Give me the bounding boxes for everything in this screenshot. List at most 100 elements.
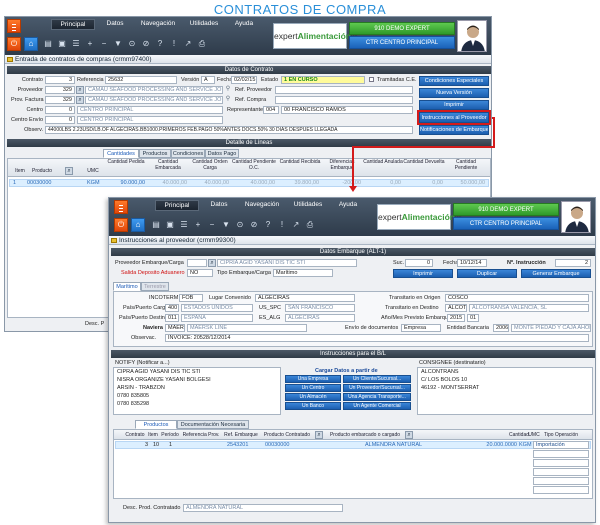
naviera-code-field[interactable]: MAERS bbox=[165, 324, 185, 332]
empty-tipo-select-3[interactable] bbox=[533, 468, 589, 476]
menu-tab-principal-2[interactable]: Principal bbox=[155, 200, 199, 211]
tab-maritimo[interactable]: Marítimo bbox=[113, 282, 141, 291]
list-icon-2[interactable]: ☰ bbox=[179, 220, 189, 229]
representante-code-field[interactable]: 004 bbox=[263, 106, 279, 114]
pais-puerto-carga-code-field[interactable]: 400 bbox=[165, 304, 179, 312]
help-icon-2[interactable]: ? bbox=[263, 220, 273, 229]
un-almacen-button[interactable]: Un Almacén bbox=[285, 393, 341, 401]
una-empresa-button[interactable]: Una Empresa bbox=[285, 375, 341, 383]
proveedor-code-field[interactable]: 329 bbox=[45, 86, 75, 94]
referencia-field[interactable]: 25632 bbox=[105, 76, 177, 84]
export-icon-2[interactable]: ↗ bbox=[291, 220, 301, 229]
tab-cantidades[interactable]: Cantidades bbox=[103, 149, 139, 158]
pais-puerto-destino-code-field[interactable]: 011 bbox=[165, 314, 179, 322]
entidad-bancaria-code-field[interactable]: 2006 bbox=[493, 324, 509, 332]
envio-documentos-select[interactable]: Empresa bbox=[401, 324, 441, 332]
tab-datos-pago[interactable]: Datos Pago bbox=[205, 149, 239, 158]
una-agencia-button[interactable]: Una Agencia Transporte... bbox=[343, 393, 411, 401]
salida-deposito-select[interactable]: NO bbox=[187, 269, 213, 277]
condiciones-especiales-button[interactable]: Condiciones Especiales bbox=[419, 76, 489, 86]
tab-productos[interactable]: Productos bbox=[139, 149, 171, 158]
center-badge-2[interactable]: CTR CENTRO PRINCIPAL bbox=[453, 217, 559, 230]
empty-tipo-select-4[interactable] bbox=[533, 477, 589, 485]
ref-compra-field[interactable] bbox=[275, 96, 413, 104]
un-banco-button[interactable]: Un Banco bbox=[285, 402, 341, 410]
duplicar-button[interactable]: Duplicar bbox=[457, 269, 517, 278]
save-icon[interactable]: ▣ bbox=[57, 39, 67, 48]
remove-icon-2[interactable]: − bbox=[207, 220, 217, 229]
tab-documentacion[interactable]: Documentación Necesaria bbox=[177, 420, 249, 429]
home-button-2[interactable]: ⌂ bbox=[131, 218, 145, 232]
version-field[interactable]: A bbox=[201, 76, 215, 84]
producto-embarcado-search-icon[interactable]: ⌕ bbox=[405, 431, 413, 439]
app-menu-button-2[interactable] bbox=[114, 200, 128, 214]
suc-field[interactable]: 0 bbox=[405, 259, 433, 267]
new-document-icon[interactable]: ▤ bbox=[43, 39, 53, 48]
add-icon[interactable]: + bbox=[85, 39, 95, 48]
ninstruccion-field[interactable]: 2 bbox=[555, 259, 591, 267]
instrucciones-proveedor-button[interactable]: Instrucciones al Proveedor bbox=[417, 110, 491, 125]
filter-icon-2[interactable]: ▼ bbox=[221, 220, 231, 229]
new-document-icon-2[interactable]: ▤ bbox=[151, 220, 161, 229]
tab-terrestre[interactable]: Terrestre bbox=[141, 282, 169, 291]
prov-factura-code-field[interactable]: 329 bbox=[45, 96, 75, 104]
row-producto[interactable]: 00030000 bbox=[27, 180, 51, 186]
company-badge-2[interactable]: 910 DEMO EXPERT bbox=[453, 203, 559, 216]
proveedor-link-icon[interactable]: ⚲ bbox=[224, 85, 232, 92]
company-badge[interactable]: 910 DEMO EXPERT bbox=[349, 22, 455, 35]
producto-contratado-search-icon[interactable]: ⌕ bbox=[315, 431, 323, 439]
menu-tab-datos-2[interactable]: Datos bbox=[201, 200, 237, 211]
menu-tab-navegacion-2[interactable]: Navegación bbox=[239, 200, 285, 211]
producto-search-icon[interactable]: ⌕ bbox=[65, 167, 73, 175]
proveedor-embarque-code-field[interactable] bbox=[187, 259, 207, 267]
ano-field[interactable]: 2015 bbox=[447, 314, 465, 322]
print-icon-2[interactable]: ⎙ bbox=[305, 220, 315, 230]
nueva-version-button[interactable]: Nueva Versión bbox=[419, 88, 489, 98]
center-badge[interactable]: CTR CENTRO PRINCIPAL bbox=[349, 36, 455, 49]
cancel-icon[interactable]: ⊘ bbox=[141, 39, 151, 48]
list-icon[interactable]: ☰ bbox=[71, 39, 81, 48]
menu-tab-utilidades-2[interactable]: Utilidades bbox=[287, 200, 329, 211]
menu-tab-ayuda[interactable]: Ayuda bbox=[227, 19, 261, 30]
user-avatar[interactable] bbox=[457, 20, 487, 52]
save-icon-2[interactable]: ▣ bbox=[165, 220, 175, 229]
un-centro-button[interactable]: Un Centro bbox=[285, 384, 341, 392]
filter-icon[interactable]: ▼ bbox=[113, 39, 123, 48]
export-icon[interactable]: ↗ bbox=[183, 39, 193, 48]
tab-condiciones[interactable]: Condiciones bbox=[171, 149, 205, 158]
power-button[interactable]: ⏻ bbox=[7, 37, 21, 51]
prow-tipo-operacion-select[interactable]: Importación bbox=[533, 441, 589, 449]
power-button-2[interactable]: ⏻ bbox=[114, 218, 128, 232]
tipo-embarque-select[interactable]: Marítimo bbox=[273, 269, 333, 277]
remove-icon[interactable]: − bbox=[99, 39, 109, 48]
un-cliente-button[interactable]: Un Cliente/Sucursal... bbox=[343, 375, 411, 383]
centro-code-field[interactable]: 0 bbox=[45, 106, 75, 114]
help-icon[interactable]: ? bbox=[155, 39, 165, 48]
imprimir2-button[interactable]: Imprimir bbox=[393, 269, 453, 278]
ref-proveedor-field[interactable] bbox=[275, 86, 413, 94]
generar-embarque-button[interactable]: Generar Embarque bbox=[521, 269, 591, 278]
confirm-icon[interactable]: ⊙ bbox=[127, 39, 137, 48]
un-agente-button[interactable]: Un Agente Comercial bbox=[343, 402, 411, 410]
proveedor-search-icon[interactable]: ⌕ bbox=[76, 86, 84, 94]
menu-tab-utilidades[interactable]: Utilidades bbox=[183, 19, 225, 30]
menu-tab-datos[interactable]: Datos bbox=[97, 19, 133, 30]
imprimir-button[interactable]: Imprimir bbox=[419, 100, 489, 110]
fecha2-field[interactable]: 10/12/14 bbox=[457, 259, 487, 267]
home-button[interactable]: ⌂ bbox=[24, 37, 38, 51]
transitario-destino-code-field[interactable]: ALCOT bbox=[445, 304, 467, 312]
notificaciones-embarque-button[interactable]: Notificaciones de Embarque bbox=[419, 125, 489, 135]
incoterm-field[interactable]: FOB bbox=[179, 294, 203, 302]
confirm-icon-2[interactable]: ⊙ bbox=[235, 220, 245, 229]
menu-tab-navegacion[interactable]: Navegación bbox=[135, 19, 181, 30]
cancel-icon-2[interactable]: ⊘ bbox=[249, 220, 259, 229]
print-icon[interactable]: ⎙ bbox=[197, 39, 207, 49]
menu-tab-ayuda-2[interactable]: Ayuda bbox=[331, 200, 365, 211]
user-avatar-2[interactable] bbox=[561, 201, 591, 233]
empty-tipo-select-2[interactable] bbox=[533, 459, 589, 467]
contrato-field[interactable]: 3 bbox=[45, 76, 75, 84]
lugar-convenido-field[interactable]: ALGECIRAS bbox=[255, 294, 355, 302]
observ-field[interactable]: 44000LBS 2.23USD/LB.OF ALGECIRAS.BB1000.… bbox=[45, 126, 413, 134]
add-icon-2[interactable]: + bbox=[193, 220, 203, 229]
empty-tipo-select-5[interactable] bbox=[533, 486, 589, 494]
